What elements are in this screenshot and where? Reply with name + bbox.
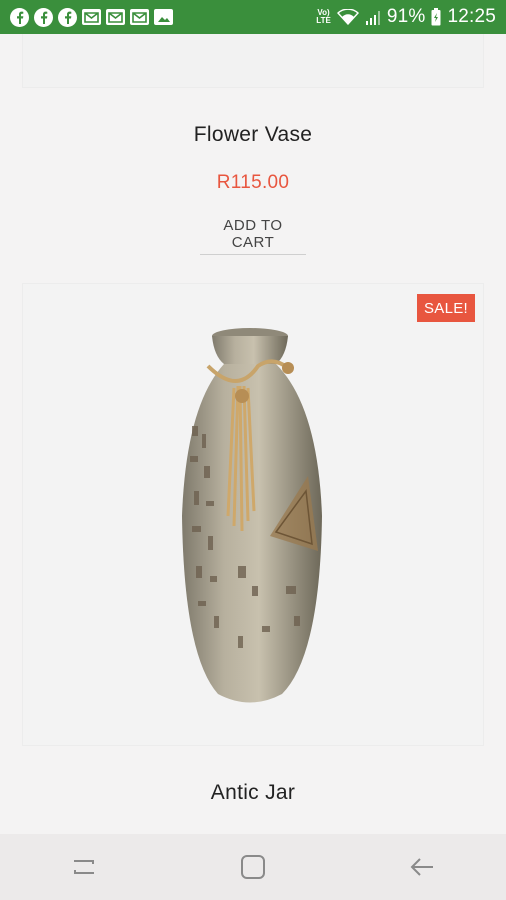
home-icon[interactable] — [233, 847, 273, 887]
image-icon — [154, 9, 173, 25]
facebook-icon — [34, 7, 53, 27]
gmail-icon — [106, 9, 125, 25]
facebook-icon — [10, 7, 29, 27]
status-bar: Vo) LTE 91% 12:25 — [0, 0, 506, 34]
product-price: R115.00 — [216, 172, 290, 193]
volte-icon: Vo) LTE — [316, 8, 331, 25]
wifi-icon — [336, 9, 359, 25]
product-image — [182, 328, 322, 703]
sale-badge: SALE! — [417, 294, 475, 322]
navigation-bar — [0, 834, 506, 900]
signal-icon — [365, 10, 380, 25]
product-card-previous[interactable] — [22, 34, 484, 88]
add-to-cart-button[interactable]: ADD TO CART — [200, 217, 306, 255]
back-icon[interactable] — [402, 847, 442, 887]
product-list: Flower Vase R115.00 ADD TO CART SALE! An… — [0, 34, 506, 834]
product-title[interactable]: Flower Vase — [0, 123, 506, 147]
product-card[interactable]: SALE! — [22, 283, 484, 746]
facebook-icon — [58, 7, 77, 27]
gmail-icon — [130, 9, 149, 25]
battery-percent: 91% — [386, 6, 426, 27]
recents-icon[interactable] — [64, 847, 104, 887]
gmail-icon — [82, 9, 101, 25]
system-status: Vo) LTE 91% 12:25 — [316, 6, 496, 28]
clock: 12:25 — [447, 6, 496, 27]
notification-icons — [10, 7, 173, 27]
battery-icon — [431, 8, 441, 26]
product-title[interactable]: Antic Jar — [0, 781, 506, 805]
